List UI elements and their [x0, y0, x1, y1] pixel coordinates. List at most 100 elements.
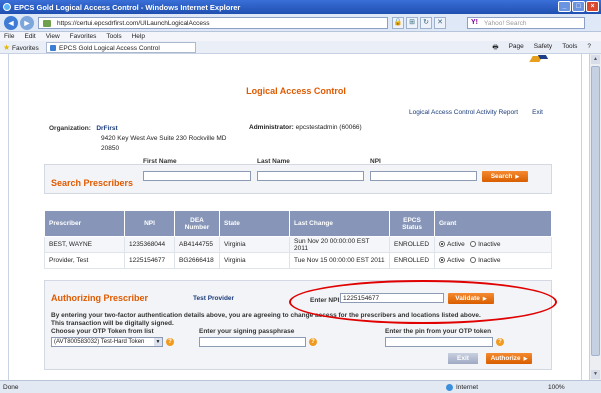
cell-state: Virginia	[219, 252, 290, 269]
menu-file[interactable]: File	[4, 33, 14, 40]
authorize-button[interactable]: Authorize ▶	[486, 353, 532, 364]
org-label: Organization:	[49, 125, 91, 132]
favorites-button[interactable]: ★ Favorites	[3, 43, 39, 52]
search-title: Search Prescribers	[51, 178, 134, 188]
exit-link[interactable]: Exit	[532, 109, 543, 116]
favorites-label: Favorites	[11, 45, 39, 52]
cell-state: Virginia	[219, 236, 290, 253]
back-button[interactable]: ◄	[4, 16, 18, 30]
menu-bar: File Edit View Favorites Tools Help	[0, 32, 601, 41]
passphrase-label: Enter your signing passphrase	[199, 328, 295, 335]
stop-icon[interactable]: ✕	[434, 17, 446, 29]
search-button[interactable]: Search ▶	[482, 171, 528, 182]
menu-view[interactable]: View	[46, 33, 60, 40]
pin-input[interactable]	[385, 337, 493, 347]
pin-help-icon[interactable]: ?	[496, 338, 504, 346]
cell-npi: 1235368044	[124, 236, 175, 253]
active-radio[interactable]	[439, 241, 445, 248]
cell-prescriber: BEST, WAYNE	[44, 236, 125, 253]
window-titlebar: EPCS Gold Logical Access Control - Windo…	[0, 0, 601, 14]
maximize-button[interactable]: □	[572, 1, 585, 12]
safety-menu[interactable]: Safety	[534, 43, 552, 54]
npi-label: NPI	[370, 158, 381, 165]
scroll-down-icon[interactable]: ▼	[591, 370, 600, 379]
print-icon[interactable]: 🖶	[492, 43, 498, 54]
window-title: EPCS Gold Logical Access Control - Windo…	[14, 3, 241, 12]
globe-icon	[446, 384, 453, 391]
tab-label: EPCS Gold Logical Access Control	[59, 45, 160, 52]
exit-button[interactable]: Exit	[448, 353, 478, 364]
npi-search-input[interactable]	[370, 171, 477, 181]
otp-help-icon[interactable]: ?	[166, 338, 174, 346]
administrator-info: Administrator: epcstestadmin (60066)	[249, 124, 362, 131]
forward-button[interactable]: ►	[20, 16, 34, 30]
otp-token-select[interactable]: (AVT800583032) Test-Hard Token ▼	[51, 337, 163, 347]
table-row: BEST, WAYNE 1235368044 AB4144755 Virgini…	[44, 236, 552, 253]
search-input[interactable]: Y! Yahoo! Search	[467, 17, 585, 29]
highlight-ellipse	[289, 280, 557, 324]
cell-dea: AB4144755	[174, 236, 220, 253]
scroll-thumb[interactable]	[591, 66, 600, 356]
cell-grant: Active Inactive	[434, 252, 552, 269]
first-name-label: First Name	[143, 158, 177, 165]
menu-edit[interactable]: Edit	[24, 33, 35, 40]
address-bar[interactable]: https://certui.epcsdrfirst.com/UILaunchL…	[38, 17, 388, 29]
otp-token-label: Choose your OTP Token from list	[51, 328, 154, 335]
ie-logo-icon	[3, 3, 11, 11]
activity-report-link[interactable]: Logical Access Control Activity Report	[409, 109, 518, 116]
passphrase-input[interactable]	[199, 337, 306, 347]
scroll-up-icon[interactable]: ▲	[591, 55, 600, 64]
col-grant: Grant	[434, 210, 552, 237]
menu-tools[interactable]: Tools	[106, 33, 121, 40]
prescribers-table: Prescriber NPI DEA Number State Last Cha…	[44, 210, 552, 269]
page-menu[interactable]: Page	[509, 43, 524, 54]
col-prescriber: Prescriber	[44, 210, 125, 237]
inactive-radio[interactable]	[470, 257, 477, 264]
active-radio[interactable]	[439, 257, 445, 264]
vertical-scrollbar[interactable]: ▲ ▼	[589, 54, 601, 380]
auth-title: Authorizing Prescriber	[51, 293, 149, 303]
passphrase-help-icon[interactable]: ?	[309, 338, 317, 346]
minimize-button[interactable]: _	[558, 1, 571, 12]
inactive-radio[interactable]	[470, 241, 477, 248]
favorites-bar: ★ Favorites EPCS Gold Logical Access Con…	[0, 41, 601, 54]
lock-icon[interactable]: 🔒	[392, 17, 404, 29]
page-title: Logical Access Control	[246, 86, 346, 96]
search-placeholder: Yahoo! Search	[484, 20, 527, 27]
menu-favorites[interactable]: Favorites	[70, 33, 97, 40]
logo-accent-icon	[537, 55, 549, 59]
cell-status: ENROLLED	[389, 236, 435, 253]
last-name-input[interactable]	[257, 171, 364, 181]
signing-notice: This transaction will be digitally signe…	[51, 320, 174, 327]
search-panel: Search Prescribers First Name Last Name …	[44, 158, 552, 194]
admin-label: Administrator:	[249, 124, 294, 131]
menu-help[interactable]: Help	[132, 33, 145, 40]
tools-menu[interactable]: Tools	[562, 43, 577, 54]
col-status: EPCS Status	[389, 210, 435, 237]
table-row: Provider, Test 1225154677 BG2666418 Virg…	[44, 252, 552, 269]
browser-tab[interactable]: EPCS Gold Logical Access Control	[46, 42, 196, 53]
page-viewport: Logical Access Control Logical Access Co…	[0, 54, 589, 380]
first-name-input[interactable]	[143, 171, 251, 181]
col-dea: DEA Number	[174, 210, 220, 237]
tab-icon	[50, 45, 56, 51]
pin-label: Enter the pin from your OTP token	[385, 328, 492, 335]
close-window-button[interactable]: ×	[586, 1, 599, 12]
compatibility-icon[interactable]: ⊞	[406, 17, 418, 29]
page-icon	[43, 20, 51, 27]
refresh-icon[interactable]: ↻	[420, 17, 432, 29]
status-text: Done	[3, 384, 19, 391]
yahoo-icon: Y!	[471, 19, 478, 26]
cell-last-change: Sun Nov 20 00:00:00 EST 2011	[289, 236, 390, 253]
chevron-down-icon: ▼	[154, 338, 162, 346]
cell-dea: BG2666418	[174, 252, 220, 269]
url-text: https://certui.epcsdrfirst.com/UILaunchL…	[57, 20, 210, 27]
col-npi: NPI	[124, 210, 175, 237]
help-icon[interactable]: ?	[587, 43, 591, 54]
zoom-level[interactable]: 100%	[548, 384, 565, 391]
col-state: State	[219, 210, 290, 237]
content-area: Logical Access Control Logical Access Co…	[8, 54, 582, 380]
cell-grant: Active Inactive	[434, 236, 552, 253]
org-address-1: 9420 Key West Ave Suite 230 Rockville MD	[101, 135, 227, 142]
table-header-row: Prescriber NPI DEA Number State Last Cha…	[44, 210, 552, 237]
